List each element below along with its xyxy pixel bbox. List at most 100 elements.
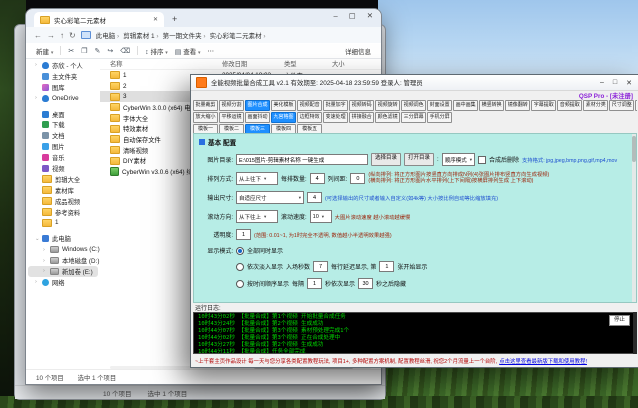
- sidebar-item-label[interactable]: 本地磁盘 (D:): [62, 256, 99, 265]
- minimize-button[interactable]: –: [600, 79, 604, 87]
- sidebar-item[interactable]: 主文件夹: [28, 71, 98, 82]
- app-tab[interactable]: 批量裁剪: [193, 100, 218, 111]
- column-size[interactable]: 大小: [332, 59, 368, 68]
- scrollbar-thumb[interactable]: [632, 136, 636, 162]
- app-tab[interactable]: 画中画集: [453, 100, 478, 111]
- per-row-input[interactable]: [310, 173, 325, 184]
- app-tab[interactable]: 批量加字: [323, 100, 348, 111]
- gap-input[interactable]: [350, 173, 365, 184]
- sidebar-item-label[interactable]: 文档: [52, 131, 65, 140]
- file-name[interactable]: 2: [123, 83, 127, 90]
- tree-chevron-icon[interactable]: ›: [35, 95, 39, 101]
- breadcrumb-label[interactable]: 实心彩笔二元素材: [210, 33, 262, 40]
- sidebar-item[interactable]: 素材库: [28, 185, 98, 196]
- tree-chevron-icon[interactable]: ›: [35, 62, 39, 68]
- sidebar-item[interactable]: › 亦欣 - 个人: [28, 60, 98, 71]
- sidebar-item-label[interactable]: 图库: [52, 83, 65, 92]
- breadcrumb-label[interactable]: 此电脑: [96, 33, 116, 40]
- minimize-button[interactable]: –: [333, 11, 337, 20]
- app-tab[interactable]: 视频配音: [297, 100, 322, 111]
- app-tab[interactable]: 美化模板: [271, 100, 296, 111]
- sidebar-item[interactable]: 图片: [28, 141, 98, 152]
- sidebar-item-label[interactable]: 音乐: [52, 153, 65, 162]
- column-type[interactable]: 类型: [284, 59, 332, 68]
- app-tab[interactable]: 音频提取: [557, 100, 582, 111]
- app-tab[interactable]: 视频调色: [401, 100, 426, 111]
- sidebar-item[interactable]: › OneDrive: [28, 93, 98, 104]
- breadcrumb-item[interactable]: 剪辑素材 1 ›: [123, 30, 158, 40]
- radio-fade-in[interactable]: [236, 263, 244, 271]
- maximize-button[interactable]: □: [613, 79, 617, 87]
- sidebar-item[interactable]: 桌面: [28, 109, 98, 120]
- delete-after-checkbox[interactable]: [478, 156, 486, 164]
- new-tab-button[interactable]: +: [172, 12, 177, 27]
- details-view-button[interactable]: 详细信息: [342, 46, 371, 56]
- new-button[interactable]: 新建 ▾: [36, 46, 53, 56]
- file-name[interactable]: DIY素材: [123, 156, 146, 165]
- forward-icon[interactable]: →: [47, 31, 55, 40]
- sidebar-item-label[interactable]: 新加卷 (E:): [62, 267, 93, 276]
- app-tab[interactable]: 素材分类: [583, 100, 608, 111]
- app-tab[interactable]: 镜像翻转: [505, 100, 530, 111]
- fade-start-input[interactable]: [379, 261, 394, 272]
- dir-input[interactable]: [236, 154, 368, 165]
- console-scrollbar[interactable]: [633, 312, 637, 354]
- up-icon[interactable]: ↑: [60, 31, 64, 40]
- cut-icon[interactable]: ✂: [68, 47, 74, 55]
- sidebar-item-label[interactable]: 下载: [52, 120, 65, 129]
- scroll-dir-select[interactable]: 从下往上 ▾: [236, 210, 278, 223]
- open-dir-button[interactable]: 打开目录: [404, 153, 434, 166]
- app-tab[interactable]: 手机分屏: [427, 112, 452, 123]
- radio-sequence[interactable]: [236, 280, 244, 288]
- rename-icon[interactable]: ✎: [94, 47, 100, 55]
- file-name[interactable]: 字体大全: [123, 114, 148, 123]
- column-date[interactable]: 修改日期: [222, 59, 284, 68]
- app-tab[interactable]: 边框特效: [297, 112, 322, 123]
- sidebar-item-label[interactable]: 参考资料: [55, 208, 80, 217]
- app-tab[interactable]: 画面抖动: [245, 112, 270, 123]
- radio-all-at-once[interactable]: [236, 247, 244, 255]
- tree-chevron-icon[interactable]: ›: [43, 258, 47, 264]
- help-link[interactable]: 点击这里查看最新版下载和使用教程!: [499, 357, 587, 365]
- app-tab[interactable]: 九宫格图: [271, 112, 296, 123]
- speed-select[interactable]: 10 ▾: [310, 210, 332, 223]
- column-name[interactable]: 名称: [110, 59, 222, 68]
- breadcrumb-label[interactable]: 第一期文件夹: [163, 33, 202, 40]
- app-tab[interactable]: 三分屏幕: [401, 112, 426, 123]
- sidebar-item[interactable]: 下载: [28, 119, 98, 130]
- sidebar-item[interactable]: 图库: [28, 82, 98, 93]
- seq-hide-input[interactable]: [358, 278, 373, 289]
- panel-scrollbar[interactable]: [632, 134, 636, 302]
- breadcrumb-label[interactable]: 剪辑素材 1: [123, 33, 154, 40]
- sidebar-item-label[interactable]: 视频: [52, 164, 65, 173]
- breadcrumb-item[interactable]: 第一期文件夹 ›: [163, 30, 206, 40]
- app-tab[interactable]: 放大缩小: [193, 112, 218, 123]
- sidebar-item[interactable]: 剪辑大全: [28, 174, 98, 185]
- sidebar-item[interactable]: ⌄ 此电脑: [28, 233, 98, 244]
- app-tab[interactable]: 字幕提取: [531, 100, 556, 111]
- alpha-input[interactable]: [236, 229, 251, 240]
- mode-select[interactable]: 顺序模式 ▾: [442, 153, 475, 166]
- choose-dir-button[interactable]: 选择目录: [371, 153, 401, 166]
- sidebar-item[interactable]: 1: [28, 217, 98, 228]
- arrange-select[interactable]: 从上往下 ▾: [236, 172, 278, 185]
- sidebar-item[interactable]: › 网络: [28, 277, 98, 288]
- sidebar-item-label[interactable]: 图片: [52, 142, 65, 151]
- tree-chevron-icon[interactable]: ›: [43, 247, 47, 253]
- delete-icon[interactable]: ⌫: [120, 47, 130, 55]
- sidebar-item-label[interactable]: Windows (C:): [62, 246, 100, 253]
- maximize-button[interactable]: ▢: [349, 11, 356, 20]
- app-tab[interactable]: 批量去重: [635, 100, 637, 111]
- sidebar-item-label[interactable]: 成品视频: [55, 197, 80, 206]
- sidebar-item-label[interactable]: 桌面: [52, 110, 65, 119]
- sidebar-item-label[interactable]: OneDrive: [52, 95, 79, 102]
- file-name[interactable]: 3: [123, 93, 127, 100]
- sidebar-item-label[interactable]: 此电脑: [52, 234, 71, 243]
- stop-button[interactable]: 停止: [609, 315, 630, 326]
- back-icon[interactable]: ←: [34, 31, 42, 40]
- more-button[interactable]: ⋯: [208, 47, 215, 55]
- app-tab[interactable]: 尺寸调整: [609, 100, 634, 111]
- tree-chevron-icon[interactable]: ›: [43, 268, 47, 274]
- sort-button[interactable]: ↕ 排序 ▾: [145, 46, 168, 56]
- log-console[interactable]: 10时43分02秒 【批量合成】第1个视频 开始批量合成任务10时43分24秒 …: [193, 312, 637, 354]
